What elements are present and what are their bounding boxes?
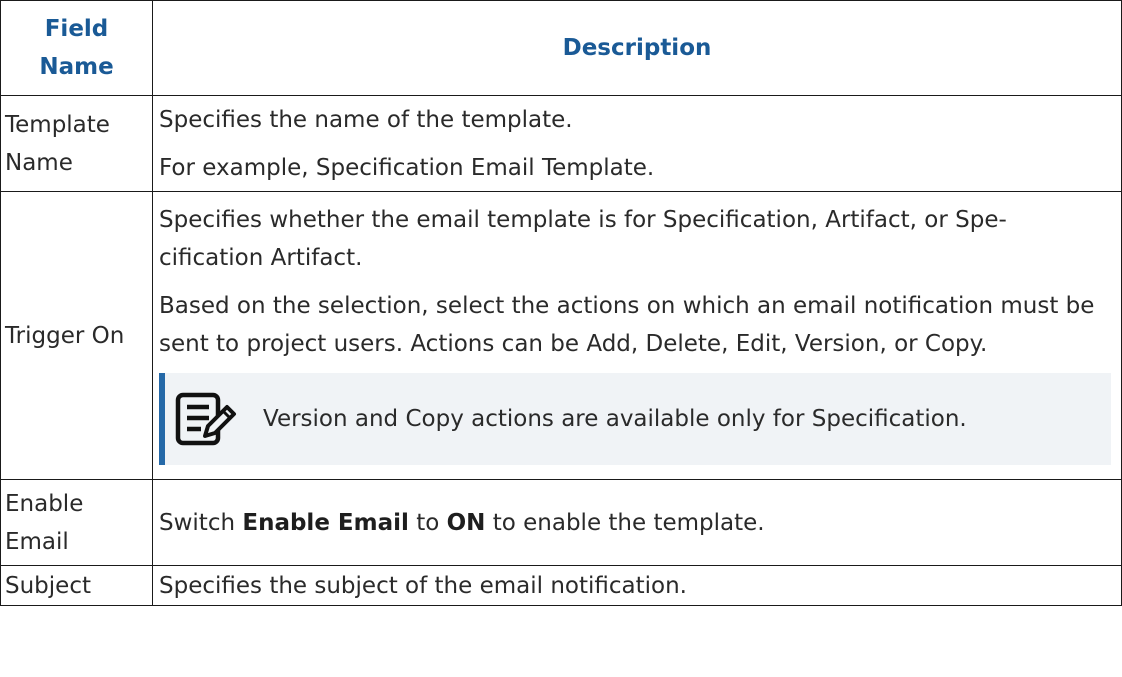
table-row: Subject Specifies the subject of the ema… xyxy=(0,565,1122,606)
description-text: Specifies whether the email template is … xyxy=(159,206,1007,271)
description-text: to enable the template. xyxy=(485,509,765,536)
description-text: Based on the selection, select the actio… xyxy=(159,292,1095,357)
note-edit-icon xyxy=(175,389,241,449)
description-cell: Specifies the name of the template. For … xyxy=(152,95,1122,192)
description-cell: Switch Enable Email to ON to enable the … xyxy=(152,479,1122,566)
description-cell: Specifies the subject of the email notif… xyxy=(152,565,1122,606)
field-name-cell: Trigger On xyxy=(0,191,153,480)
table-row: Template Name Specifies the name of the … xyxy=(0,95,1122,192)
bold-term: ON xyxy=(446,509,486,536)
note-text: Version and Copy actions are available o… xyxy=(263,405,967,432)
field-name-cell: Template Name xyxy=(0,95,153,192)
description-text: Specifies the name of the template. xyxy=(159,106,573,133)
table-row: Enable Email Switch Enable Email to ON t… xyxy=(0,479,1122,566)
note-callout: Version and Copy actions are available o… xyxy=(159,372,1111,465)
bold-term: Enable Email xyxy=(242,509,409,536)
field-name-header: Field Name xyxy=(0,0,153,96)
table-row: Trigger On Specifies whether the email t… xyxy=(0,191,1122,480)
description-text: Switch xyxy=(159,509,243,536)
field-description-table: Field Name Description Template Name Spe… xyxy=(0,0,1122,606)
field-name-cell: Enable Email xyxy=(0,479,153,566)
field-name-cell: Subject xyxy=(0,565,153,606)
description-text: to xyxy=(408,509,447,536)
description-text: For example, Specification Email Templat… xyxy=(159,154,655,181)
description-header: Description xyxy=(152,0,1122,96)
description-cell: Specifies whether the email template is … xyxy=(152,191,1122,480)
table-header-row: Field Name Description xyxy=(0,0,1122,96)
